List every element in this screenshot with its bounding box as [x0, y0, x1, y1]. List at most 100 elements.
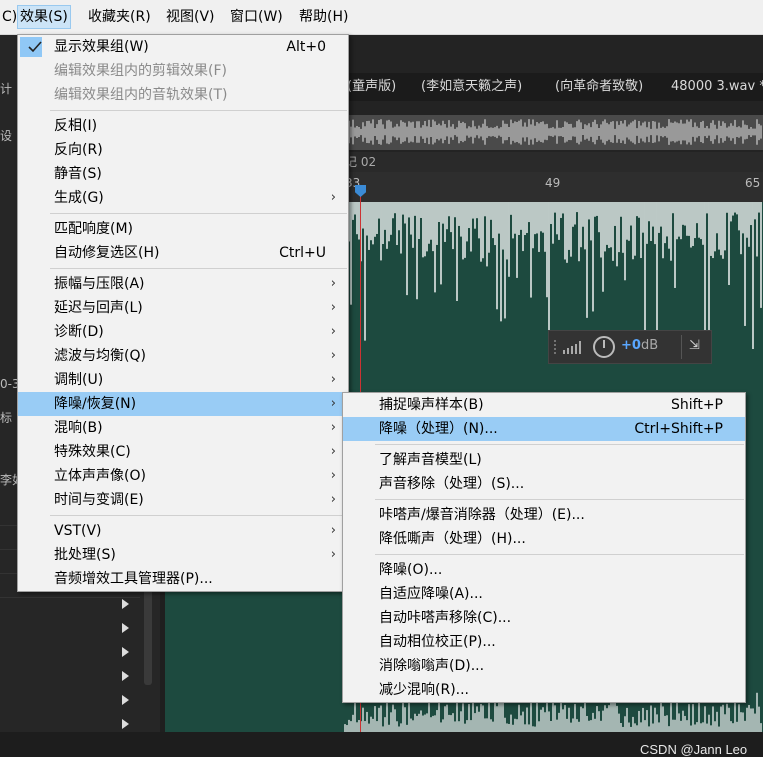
menu-item-shortcut: Ctrl+Shift+P	[634, 421, 723, 437]
menu-item-label: 自动咔嗒声移除(C)...	[379, 610, 512, 626]
volume-knob-icon[interactable]	[593, 336, 615, 358]
menu-item-label: 咔嗒声/爆音消除器（处理）(E)...	[379, 507, 585, 523]
menu-effects[interactable]: 效果(S)	[17, 5, 71, 29]
menu-item-label: 降低嘶声（处理）(H)...	[379, 531, 526, 547]
menu-item[interactable]: 滤波与均衡(Q) ›	[18, 344, 348, 368]
menu-item[interactable]: 批处理(S) ›	[18, 543, 348, 567]
menu-separator	[50, 110, 347, 111]
menu-item[interactable]: 自动咔嗒声移除(C)...	[343, 606, 745, 630]
menu-item-label: 捕捉噪声样本(B)	[379, 397, 484, 413]
submenu-arrow-icon: ›	[330, 523, 336, 538]
menu-item[interactable]: 音频增效工具管理器(P)...	[18, 567, 348, 591]
expand-arrow-icon[interactable]	[122, 623, 129, 633]
menu-item-shortcut: Ctrl+U	[279, 245, 326, 261]
menu-item-label: 立体声声像(O)	[54, 468, 146, 484]
menu-item-label: 降噪/恢复(N)	[54, 396, 137, 412]
menu-item-label: 振幅与压限(A)	[54, 276, 145, 292]
divider	[681, 335, 682, 359]
menu-item-label: 批处理(S)	[54, 547, 116, 563]
menu-item[interactable]: 特殊效果(C) ›	[18, 440, 348, 464]
menu-item[interactable]: 减少混响(R)...	[343, 678, 745, 702]
submenu-arrow-icon: ›	[330, 492, 336, 507]
drag-handle[interactable]	[553, 339, 557, 355]
menu-item-label: 降噪（处理）(N)...	[379, 421, 498, 437]
menu-item[interactable]: 混响(B) ›	[18, 416, 348, 440]
menu-separator	[375, 444, 744, 445]
menu-item[interactable]: 立体声声像(O) ›	[18, 464, 348, 488]
menu-item-label: 诊断(D)	[54, 324, 104, 340]
menu-favorites[interactable]: 收藏夹(R)	[86, 6, 153, 28]
menu-item[interactable]: 降噪(O)...	[343, 558, 745, 582]
expand-arrow-icon[interactable]	[122, 599, 129, 609]
menu-item[interactable]: 捕捉噪声样本(B) Shift+P	[343, 393, 745, 417]
menu-item-label: VST(V)	[54, 523, 102, 539]
time-ruler[interactable]: 33 49 65	[345, 172, 763, 202]
menu-item[interactable]: VST(V) ›	[18, 519, 348, 543]
menu-item-label: 编辑效果组内的剪辑效果(F)	[54, 63, 227, 79]
menu-item-label: 消除嗡嗡声(D)...	[379, 658, 485, 674]
file-tab[interactable]: 48000 3.wav *	[671, 73, 763, 101]
overview-waveform[interactable]	[345, 115, 763, 150]
submenu-arrow-icon: ›	[330, 276, 336, 291]
menubar: C) 效果(S) 收藏夹(R) 视图(V) 窗口(W) 帮助(H)	[0, 0, 763, 35]
menu-item[interactable]: 消除嗡嗡声(D)...	[343, 654, 745, 678]
expand-arrow-icon[interactable]	[122, 695, 129, 705]
expand-arrow-icon[interactable]	[122, 647, 129, 657]
menu-item-label: 自适应降噪(A)...	[379, 586, 483, 602]
menu-item[interactable]: 自动相位校正(P)...	[343, 630, 745, 654]
ruler-tick-label: 65	[745, 176, 761, 190]
menu-separator	[50, 213, 347, 214]
menu-view[interactable]: 视图(V)	[164, 6, 217, 28]
menu-item[interactable]: 生成(G) ›	[18, 186, 348, 210]
submenu-arrow-icon: ›	[330, 396, 336, 411]
menu-item[interactable]: 降噪（处理）(N)... Ctrl+Shift+P	[343, 417, 745, 441]
submenu-arrow-icon: ›	[330, 348, 336, 363]
submenu-arrow-icon: ›	[330, 547, 336, 562]
menu-item[interactable]: 静音(S)	[18, 162, 348, 186]
menu-item[interactable]: 反相(I)	[18, 114, 348, 138]
menu-item[interactable]: 自适应降噪(A)...	[343, 582, 745, 606]
menu-item[interactable]: 匹配响度(M)	[18, 217, 348, 241]
menu-window[interactable]: 窗口(W)	[228, 6, 285, 28]
menu-help[interactable]: 帮助(H)	[297, 6, 350, 28]
menu-item[interactable]: 自动修复选区(H) Ctrl+U	[18, 241, 348, 265]
menu-item[interactable]: 显示效果组(W) Alt+0	[18, 35, 348, 59]
menu-item[interactable]: 声音移除（处理）(S)...	[343, 472, 745, 496]
menu-item[interactable]: 了解声音模型(L)	[343, 448, 745, 472]
file-tab[interactable]: (李如意天籁之声)	[421, 73, 522, 101]
menu-item-label: 滤波与均衡(Q)	[54, 348, 146, 364]
menu-item-label: 时间与变调(E)	[54, 492, 144, 508]
menu-item-label: 调制(U)	[54, 372, 104, 388]
menu-item[interactable]: 振幅与压限(A) ›	[18, 272, 348, 296]
menu-item[interactable]: 降低嘶声（处理）(H)...	[343, 527, 745, 551]
menu-item[interactable]: 时间与变调(E) ›	[18, 488, 348, 512]
menu-item-shortcut: Shift+P	[671, 397, 723, 413]
menu-item[interactable]: 延迟与回声(L) ›	[18, 296, 348, 320]
menu-item[interactable]: 反向(R)	[18, 138, 348, 162]
menu-item: 编辑效果组内的剪辑效果(F)	[18, 59, 348, 83]
volume-value[interactable]: +0	[621, 338, 641, 353]
submenu-arrow-icon: ›	[330, 372, 336, 387]
menu-item-label: 减少混响(R)...	[379, 682, 470, 698]
submenu-arrow-icon: ›	[330, 420, 336, 435]
marker-bar: 记 02	[345, 152, 763, 172]
effects-menu: 显示效果组(W) Alt+0 编辑效果组内的剪辑效果(F) 编辑效果组内的音轨效果(T…	[17, 34, 349, 592]
file-tab[interactable]: (向革命者致敬)	[555, 73, 643, 101]
menu-item-label: 静音(S)	[54, 166, 102, 182]
expand-arrow-icon[interactable]	[122, 719, 129, 729]
menu-separator	[50, 515, 347, 516]
menu-separator	[50, 268, 347, 269]
menu-item-label: 降噪(O)...	[379, 562, 443, 578]
menu-separator	[375, 554, 744, 555]
file-tab[interactable]: (童声版)	[347, 73, 396, 101]
menu-item[interactable]: 咔嗒声/爆音消除器（处理）(E)...	[343, 503, 745, 527]
menu-item[interactable]: 诊断(D) ›	[18, 320, 348, 344]
submenu-arrow-icon: ›	[330, 190, 336, 205]
menu-item-label: 特殊效果(C)	[54, 444, 131, 460]
menu-item-label: 编辑效果组内的音轨效果(T)	[54, 87, 228, 103]
pin-icon[interactable]: ⇲	[689, 338, 700, 353]
menu-item-label: 匹配响度(M)	[54, 221, 134, 237]
menu-item[interactable]: 降噪/恢复(N) ›	[18, 392, 348, 416]
expand-arrow-icon[interactable]	[122, 671, 129, 681]
menu-item[interactable]: 调制(U) ›	[18, 368, 348, 392]
